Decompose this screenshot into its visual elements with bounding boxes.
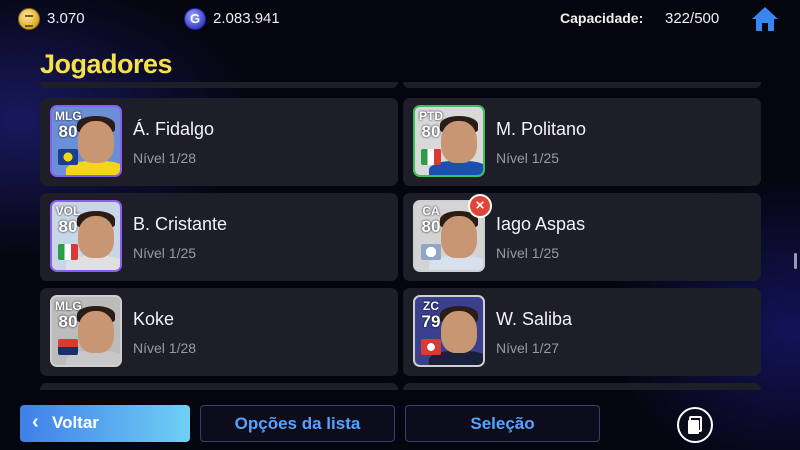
club-badge-icon — [58, 149, 78, 165]
rating-label: 80 — [58, 217, 78, 236]
player-card[interactable]: PTD 80 M. Politano Nível 1/25 — [403, 98, 761, 186]
rating-label: 80 — [58, 122, 78, 141]
position-label: MLG — [55, 109, 82, 123]
player-card[interactable]: VOL 80 B. Cristante Nível 1/25 — [40, 193, 398, 281]
player-card[interactable]: CA 80 Iago Aspas Nível 1/25 — [403, 193, 761, 281]
back-button[interactable]: ‹ Voltar — [20, 405, 190, 442]
top-bar: 3.070 G 2.083.941 Capacidade: 322/500 — [0, 0, 800, 40]
chevron-left-icon: ‹ — [32, 411, 39, 433]
player-level: Nível 1/25 — [133, 245, 197, 261]
player-card[interactable]: ZC 79 W. Saliba Nível 1/27 — [403, 288, 761, 376]
rating-label: 79 — [421, 312, 441, 331]
player-thumbnail: MLG 80 — [50, 295, 122, 367]
player-thumbnail: VOL 80 — [50, 200, 122, 272]
position-label: PTD — [419, 109, 443, 123]
player-name: M. Politano — [496, 119, 587, 139]
club-badge-icon — [58, 339, 78, 355]
player-name: W. Saliba — [496, 309, 573, 329]
player-card-partial[interactable] — [403, 82, 761, 88]
player-thumbnail: ZC 79 — [413, 295, 485, 367]
back-button-label: Voltar — [52, 413, 99, 432]
home-icon[interactable] — [750, 5, 780, 33]
player-card[interactable]: MLG 80 Á. Fidalgo Nível 1/28 — [40, 98, 398, 186]
player-level: Nível 1/25 — [496, 245, 560, 261]
gp-coin-icon — [18, 8, 40, 30]
club-badge-icon — [421, 244, 441, 260]
player-thumbnail: PTD 80 — [413, 105, 485, 177]
player-level: Nível 1/27 — [496, 340, 560, 356]
coin-amount: 2.083.941 — [213, 10, 280, 27]
position-label: ZC — [423, 299, 439, 313]
player-card[interactable]: MLG 80 Koke Nível 1/28 — [40, 288, 398, 376]
rating-label: 80 — [421, 122, 441, 141]
player-thumbnail: MLG 80 — [50, 105, 122, 177]
player-name: Á. Fidalgo — [133, 119, 215, 139]
rating-label: 80 — [421, 217, 441, 236]
list-options-button[interactable]: Opções da lista — [200, 405, 395, 442]
remove-icon[interactable]: × — [468, 194, 492, 218]
position-label: MLG — [55, 299, 82, 313]
club-badge-icon — [421, 339, 441, 355]
italy-flag-icon — [58, 244, 78, 260]
capacity-value: 322/500 — [665, 10, 720, 27]
italy-flag-icon — [421, 149, 441, 165]
selection-button[interactable]: Seleção — [405, 405, 600, 442]
position-label: VOL — [55, 204, 81, 218]
page-title: Jogadores — [40, 49, 173, 79]
player-level: Nível 1/28 — [133, 150, 197, 166]
player-grid: MLG 80 Á. Fidalgo Nível 1/28 PTD 80 M. P… — [40, 82, 762, 390]
capacity-label: Capacidade: — [560, 10, 644, 26]
player-name: Iago Aspas — [496, 214, 586, 234]
player-card-partial[interactable] — [403, 383, 761, 390]
player-level: Nível 1/28 — [133, 340, 197, 356]
card-view-button[interactable] — [677, 407, 713, 443]
gp-amount: 3.070 — [47, 10, 85, 27]
player-name: Koke — [133, 309, 175, 329]
player-card-partial[interactable] — [40, 383, 398, 390]
player-card-partial[interactable] — [40, 82, 398, 88]
player-level: Nível 1/25 — [496, 150, 560, 166]
player-name: B. Cristante — [133, 214, 228, 234]
efootball-coin-icon: G — [184, 8, 206, 30]
cards-icon — [688, 416, 702, 434]
scrollbar[interactable] — [794, 253, 797, 269]
position-label: CA — [422, 204, 440, 218]
rating-label: 80 — [58, 312, 78, 331]
